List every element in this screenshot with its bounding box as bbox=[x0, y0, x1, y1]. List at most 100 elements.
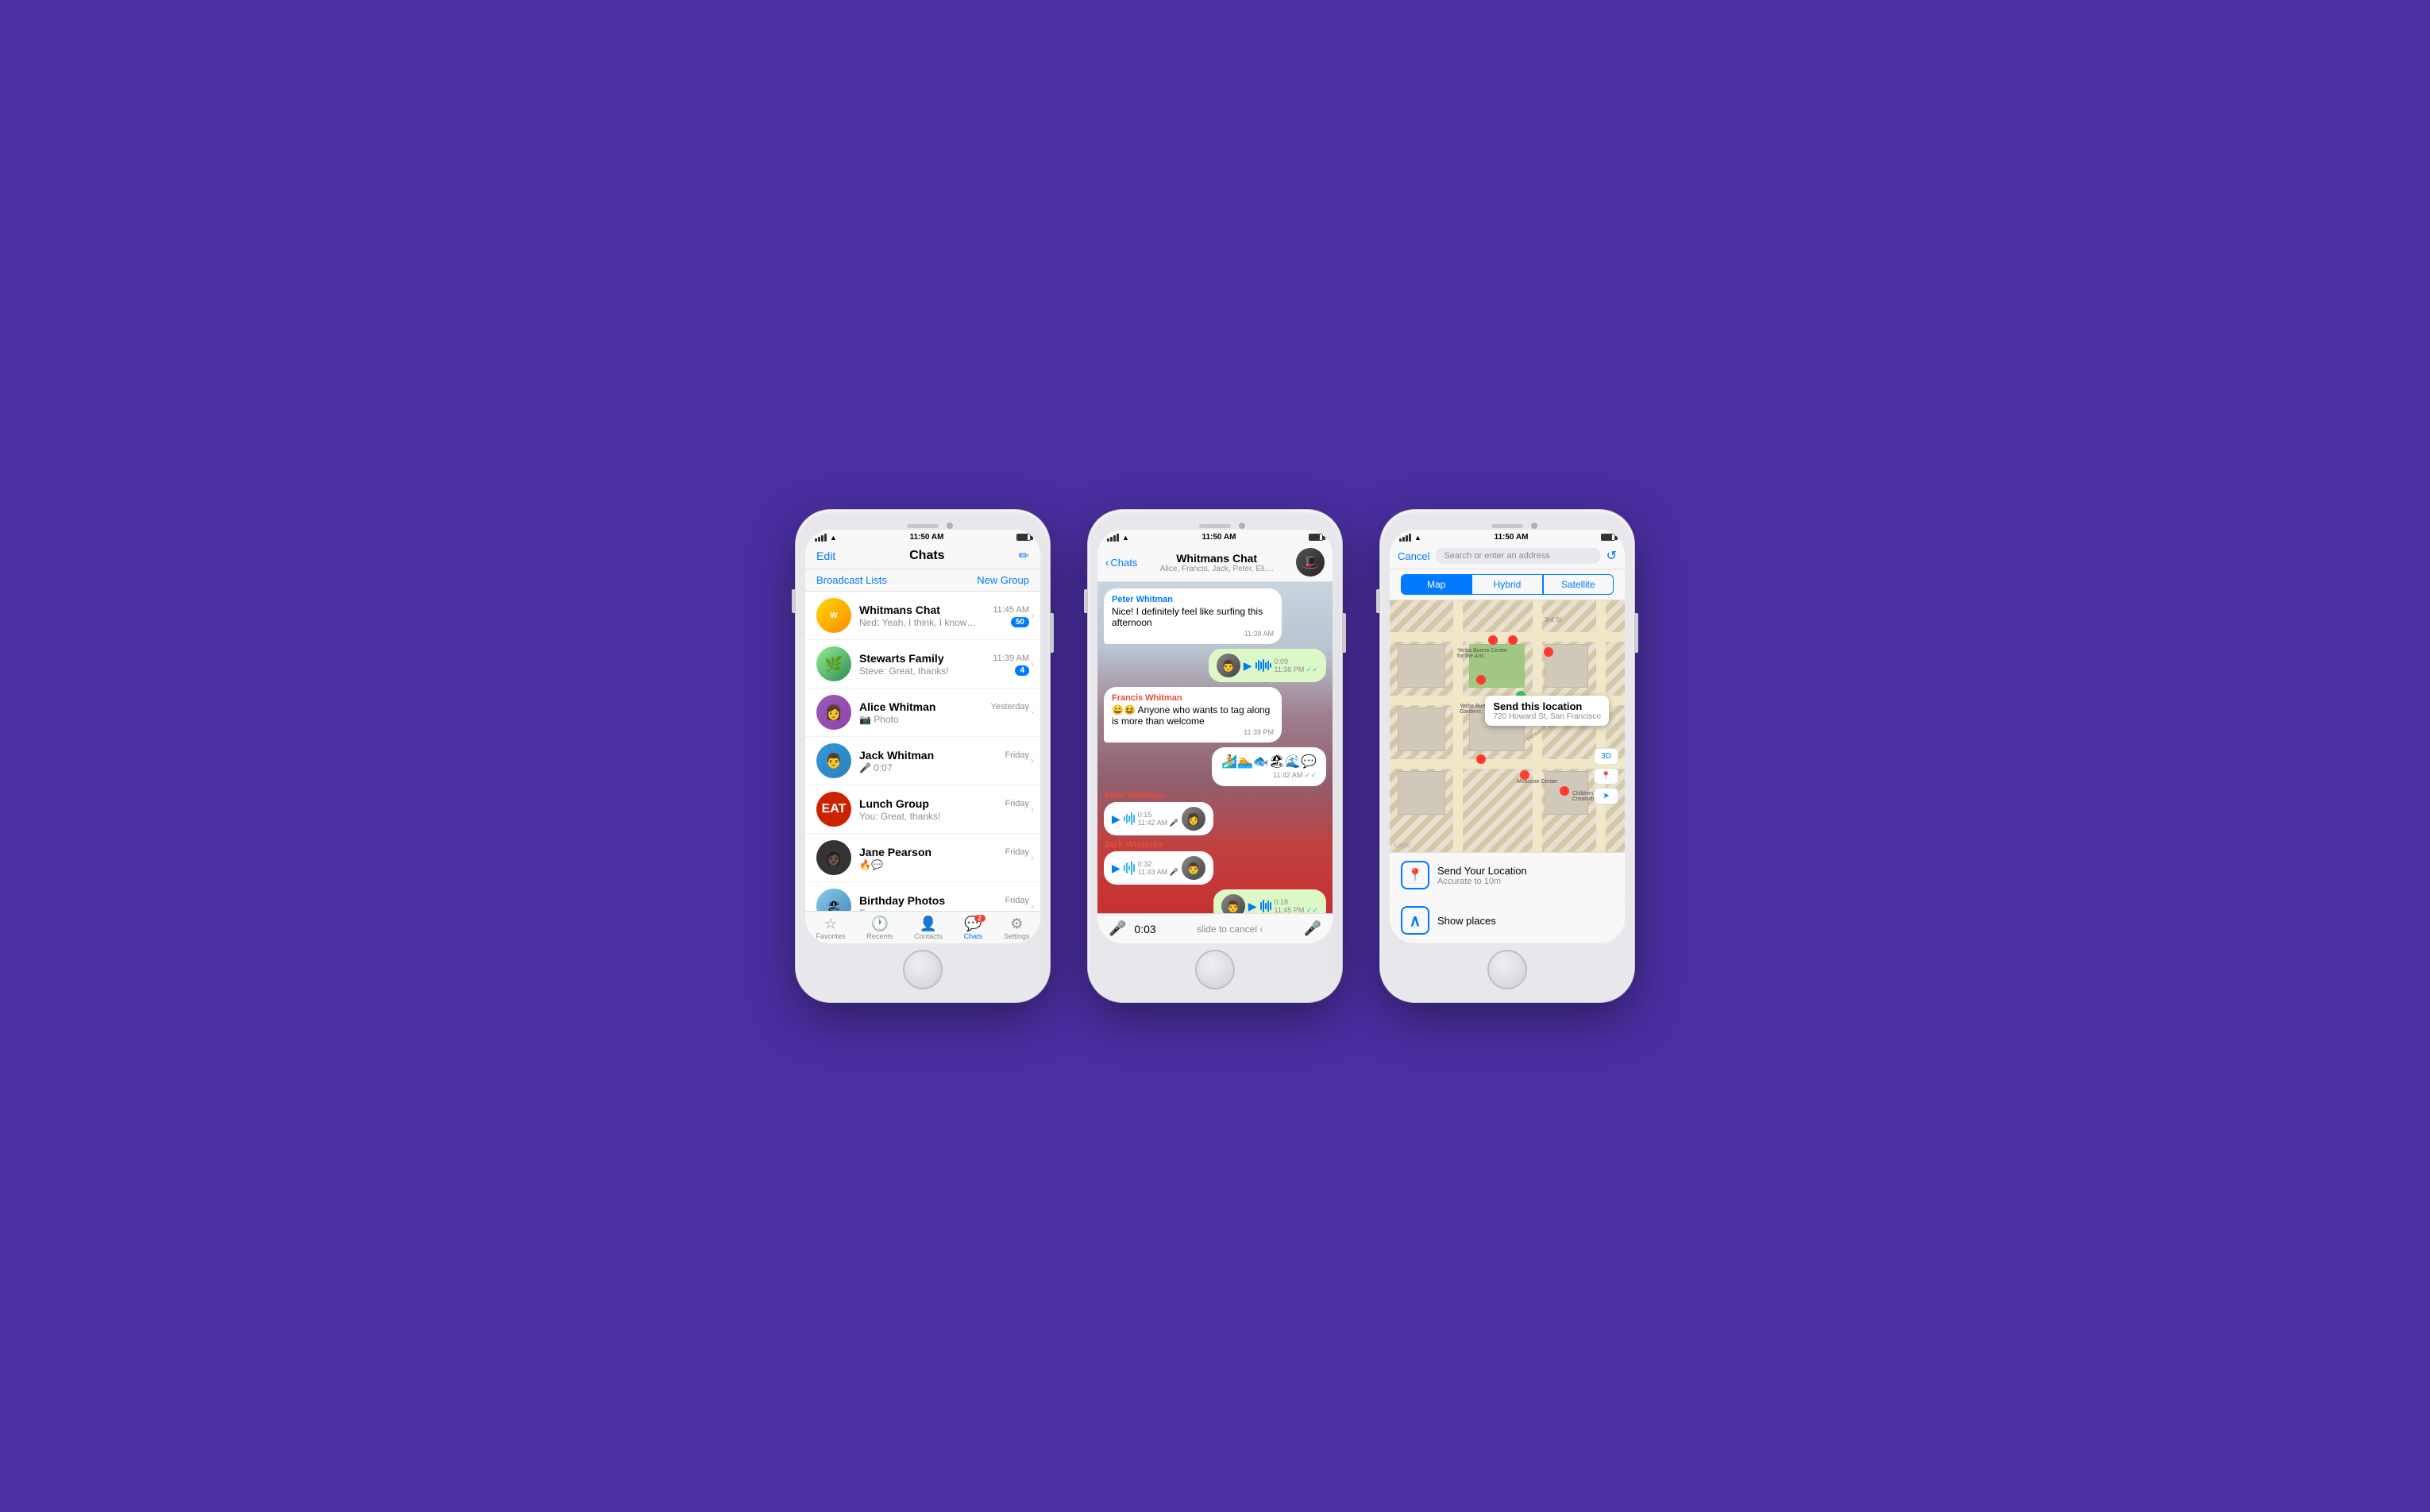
battery-fill-2 bbox=[1310, 534, 1320, 540]
road-h-1 bbox=[1390, 632, 1625, 642]
audio-duration-2: 0:18 bbox=[1275, 898, 1318, 906]
map-3d-button[interactable]: 3D bbox=[1594, 748, 1618, 765]
emoji-check: ✓✓ bbox=[1305, 771, 1317, 779]
edit-button[interactable]: Edit bbox=[816, 550, 835, 562]
send-location-item[interactable]: 📍 Send Your Location Accurate to 10m bbox=[1390, 853, 1625, 898]
status-time-1: 11:50 AM bbox=[909, 533, 943, 542]
play-alice[interactable]: ▶ bbox=[1112, 812, 1120, 826]
wc4 bbox=[1267, 901, 1269, 912]
wc5 bbox=[1270, 902, 1271, 910]
audio-alice: ▶ 0:15 11:42 AM 🎤 bbox=[1104, 802, 1213, 835]
maps-search-input[interactable]: Search or enter an address bbox=[1436, 548, 1599, 564]
emoji-msg-out: 🏄🏊🐟🏖🌊💬 11:42 AM ✓✓ bbox=[1212, 747, 1326, 786]
signal-bars-3 bbox=[1399, 534, 1411, 542]
jack-sender-label: Jack Whitman bbox=[1104, 840, 1213, 850]
status-left-1: ▲ bbox=[815, 534, 837, 542]
group-chat-avatar[interactable]: 🎩 bbox=[1296, 548, 1325, 577]
tab-bar-1: ☆ Favorites 🕐 Recents 👤 Contacts 💬 2 bbox=[805, 911, 1040, 943]
avatar-jack: 👨 bbox=[816, 743, 851, 778]
play-jack1[interactable]: ▶ bbox=[1112, 862, 1120, 875]
map-background: Yerba Buena Centerfor the Arts Yerba Bue… bbox=[1390, 600, 1625, 852]
send-location-subtitle: Accurate to 10m bbox=[1437, 877, 1527, 886]
chat-info-whitmans: Whitmans Chat 11:45 AM Ned: Yeah, I thin… bbox=[859, 604, 1029, 628]
tab-favorites[interactable]: ☆ Favorites bbox=[816, 916, 845, 940]
chat-item-stewarts[interactable]: 🌿 Stewarts Family 11:39 AM Steve: Great,… bbox=[805, 640, 1040, 688]
settings-icon: ⚙ bbox=[1010, 916, 1023, 931]
chat-info-jack: Jack Whitman Friday 🎤 0:07 bbox=[859, 749, 1029, 773]
refresh-button[interactable]: ↺ bbox=[1606, 548, 1617, 564]
map-pin-button[interactable]: 📍 bbox=[1594, 768, 1618, 785]
chat-time-alice: Yesterday bbox=[990, 702, 1029, 712]
chat-item-whitmans[interactable]: W Whitmans Chat 11:45 AM Ned: Yeah, I th… bbox=[805, 592, 1040, 640]
chat-item-jack[interactable]: 👨 Jack Whitman Friday 🎤 0:07 › bbox=[805, 737, 1040, 785]
chat-item-lunch[interactable]: EAT Lunch Group Friday You: Great, thank… bbox=[805, 785, 1040, 834]
speaker-2 bbox=[1199, 524, 1231, 528]
home-button-1[interactable] bbox=[903, 950, 943, 989]
tab-settings[interactable]: ⚙ Settings bbox=[1004, 916, 1030, 940]
map-type-satellite[interactable]: Satellite bbox=[1543, 574, 1614, 595]
chevron-lunch: › bbox=[1031, 804, 1034, 815]
phone-top-1 bbox=[805, 519, 1040, 530]
chat-time-jane: Friday bbox=[1005, 847, 1029, 857]
mic-right-button[interactable]: 🎤 bbox=[1304, 920, 1321, 937]
chat-time-jack: Friday bbox=[1005, 750, 1029, 760]
tab-chats[interactable]: 💬 2 Chats bbox=[964, 916, 983, 940]
play-icon-2[interactable]: ▶ bbox=[1248, 900, 1257, 913]
cancel-button[interactable]: Cancel bbox=[1398, 550, 1429, 562]
alice-thumb: 👩 bbox=[1182, 807, 1205, 831]
front-camera-3 bbox=[1531, 523, 1537, 529]
maps-nav: Cancel Search or enter an address ↺ bbox=[1390, 543, 1625, 569]
compose-button[interactable]: ✏ bbox=[1019, 548, 1029, 564]
status-bar-3: ▲ 11:50 AM bbox=[1390, 530, 1625, 543]
play-icon-1[interactable]: ▶ bbox=[1244, 659, 1252, 673]
chat-preview-jack: 🎤 0:07 bbox=[859, 762, 893, 773]
chat-item-jane[interactable]: 👩🏿 Jane Pearson Friday 🔥💬 › bbox=[805, 834, 1040, 882]
chat-item-alice[interactable]: 👩 Alice Whitman Yesterday 📷 Photo › bbox=[805, 688, 1040, 737]
recents-label: Recents bbox=[866, 932, 893, 940]
callout-title: Send this location bbox=[1493, 700, 1601, 712]
jack1-thumb-inner: 👨 bbox=[1182, 856, 1205, 880]
map-view[interactable]: Yerba Buena Centerfor the Arts Yerba Bue… bbox=[1390, 600, 1625, 852]
chat-time-whitmans: 11:45 AM bbox=[993, 605, 1029, 615]
back-button[interactable]: ‹ Chats bbox=[1105, 557, 1137, 569]
favorites-label: Favorites bbox=[816, 932, 845, 940]
show-places-text: Show places bbox=[1437, 915, 1496, 927]
location-callout[interactable]: Send this location 720 Howard St, San Fr… bbox=[1485, 696, 1609, 726]
audio-thumb-inner-2: 👨 bbox=[1221, 894, 1245, 913]
audio-jack1-wrapper: Jack Whitman ▶ 0:32 11:43 AM 🎤 bbox=[1104, 840, 1213, 885]
road-h-3 bbox=[1390, 759, 1625, 769]
mic-left-button[interactable]: 🎤 bbox=[1109, 920, 1126, 937]
wba1 bbox=[1124, 816, 1125, 821]
wba3 bbox=[1128, 816, 1130, 822]
map-location-button[interactable]: ➤ bbox=[1594, 788, 1618, 804]
sb3-4 bbox=[1409, 534, 1411, 542]
sb3 bbox=[1113, 535, 1116, 542]
chat-preview-lunch: You: Great, thanks! bbox=[859, 811, 940, 822]
wifi-icon-3: ▲ bbox=[1414, 534, 1421, 542]
send-location-text: Send Your Location Accurate to 10m bbox=[1437, 865, 1527, 886]
home-button-3[interactable] bbox=[1487, 950, 1527, 989]
chat-nav: ‹ Chats Whitmans Chat Alice, Francis, Ja… bbox=[1097, 543, 1333, 582]
chat-item-birthday[interactable]: 🏖 Birthday Photos Friday Francis: › bbox=[805, 882, 1040, 911]
map-bottom: 📍 Send Your Location Accurate to 10m ∧ S… bbox=[1390, 852, 1625, 943]
audio-info-1: 0:09 11:38 PM ✓✓ bbox=[1275, 658, 1318, 674]
audio-jack1: ▶ 0:32 11:43 AM 🎤 bbox=[1104, 851, 1213, 885]
status-left-3: ▲ bbox=[1399, 534, 1421, 542]
pin-7 bbox=[1520, 770, 1529, 780]
sb3-1 bbox=[1399, 538, 1402, 542]
avatar-stewarts: 🌿 bbox=[816, 646, 851, 681]
audio-alice-wrapper: Alice Whitman ▶ 0:15 11:42 AM 🎤 bbox=[1104, 791, 1213, 835]
show-places-item[interactable]: ∧ Show places bbox=[1390, 898, 1625, 943]
tab-recents[interactable]: 🕐 Recents bbox=[866, 916, 893, 940]
map-type-hybrid[interactable]: Hybrid bbox=[1472, 574, 1542, 595]
chat-name-whitmans: Whitmans Chat bbox=[859, 604, 940, 616]
tab-contacts[interactable]: 👤 Contacts bbox=[914, 916, 943, 940]
map-type-map[interactable]: Map bbox=[1401, 574, 1472, 595]
new-group-button[interactable]: New Group bbox=[977, 574, 1029, 586]
broadcast-lists-link[interactable]: Broadcast Lists bbox=[816, 574, 887, 586]
home-button-2[interactable] bbox=[1195, 950, 1235, 989]
slide-to-cancel: slide to cancel ‹ bbox=[1164, 924, 1296, 935]
callout-address: 720 Howard St, San Francisco bbox=[1493, 712, 1601, 721]
chat-preview-row-stewarts: Steve: Great, thanks! 4 bbox=[859, 665, 1029, 677]
back-chevron: ‹ bbox=[1105, 557, 1109, 569]
